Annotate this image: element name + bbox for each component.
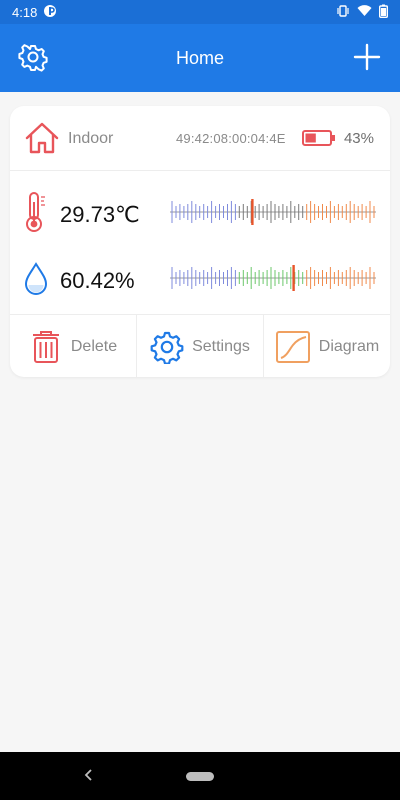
device-settings-button[interactable]: Settings (136, 315, 263, 377)
plus-icon (353, 43, 381, 71)
temperature-scale (170, 199, 376, 225)
vibrate-icon (336, 4, 350, 21)
humidity-value: 60.42% (60, 268, 135, 293)
wifi-icon (357, 4, 372, 20)
water-drop-icon (24, 262, 48, 295)
humidity-scale (170, 265, 376, 291)
gear-icon (150, 331, 184, 364)
diagram-button[interactable]: Diagram (263, 315, 390, 377)
settings-label: Settings (192, 337, 250, 355)
device-actions: Delete Settings Diagram (10, 314, 390, 377)
status-time: 4:18 (12, 4, 38, 20)
trash-icon (32, 330, 59, 363)
house-icon (25, 122, 59, 154)
humidity-row: 60.42% (10, 246, 390, 312)
gear-icon (18, 44, 48, 72)
temperature-row: 29.73℃ (10, 180, 390, 246)
battery-percent: 43% (343, 130, 374, 147)
delete-label: Delete (70, 337, 118, 355)
home-button[interactable] (186, 772, 214, 781)
device-card[interactable]: Indoor 49:42:08:00:04:4E 43% 29.73℃ 60.4… (10, 106, 390, 377)
device-header: Indoor 49:42:08:00:04:4E 43% (10, 106, 390, 171)
status-bar: 4:18 (0, 0, 400, 24)
delete-button[interactable]: Delete (10, 315, 136, 377)
app-notification-icon (43, 4, 57, 21)
device-name: Indoor (68, 130, 114, 147)
settings-button[interactable] (18, 42, 48, 72)
battery-icon (302, 130, 335, 146)
back-icon[interactable] (84, 768, 94, 782)
thermometer-icon (26, 192, 45, 232)
diagram-label: Diagram (318, 337, 380, 355)
app-bar: Home (0, 24, 400, 92)
chart-icon (275, 330, 310, 363)
device-id: 49:42:08:00:04:4E (176, 131, 286, 146)
add-device-button[interactable] (352, 42, 382, 72)
temperature-value: 29.73℃ (60, 202, 140, 227)
navigation-bar (0, 752, 400, 800)
battery-status-icon (378, 4, 388, 21)
page-title: Home (175, 47, 224, 68)
